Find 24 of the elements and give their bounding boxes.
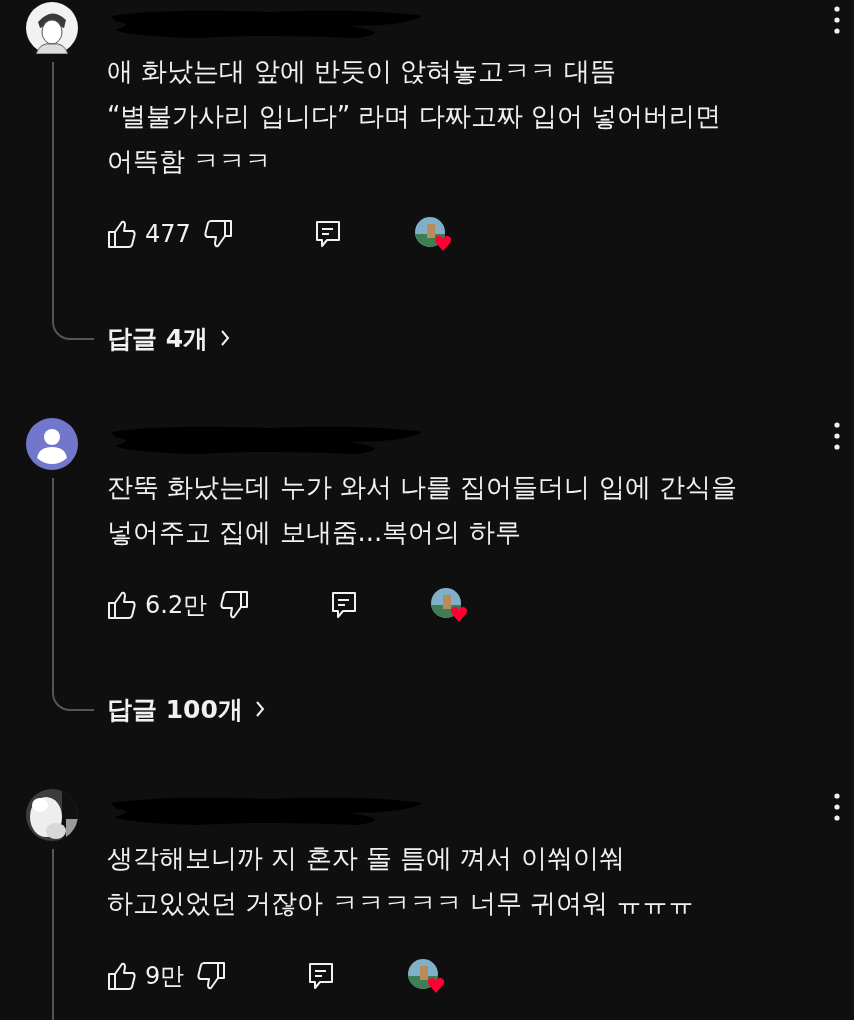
like-count: 477 [145,220,191,248]
reply-icon[interactable] [331,591,358,619]
thumbs-down-icon[interactable] [196,961,227,991]
thumbs-up-icon[interactable] [107,961,137,991]
more-options-icon[interactable] [834,793,840,821]
more-options-icon[interactable] [834,6,840,34]
like-count: 6.2만 [145,590,208,621]
thumbs-down-icon[interactable] [219,590,250,620]
comment-text: 잔뚝 화났는데 누가 와서 나를 집어들더니 입에 간식을 넣어주고 집에 보내줌...복어의 하루 [107,471,738,549]
avatar[interactable] [26,418,78,470]
comment-text: 생각해보니까 지 혼자 돌 틈에 껴서 이쒀이쒀 하고있었던 거잖아 ㅋㅋㅋㅋㅋ 너무 귀여워 ㅠㅠㅠ [107,842,696,920]
chevron-right-icon[interactable] [220,329,231,347]
comment-text: 애 화났는대 앞에 반듯이 앉혀놓고ㅋㅋ 대뜸 “별불가사리 입니다” 라며 다짜고짜 입어 넣어버리면 어뜩함 ㅋㅋㅋ [107,55,723,178]
like-count: 9만 [145,961,185,992]
thumbs-up-icon[interactable] [107,219,137,249]
thumbs-down-icon[interactable] [202,219,233,249]
more-options-icon[interactable] [834,422,840,450]
thumbs-up-icon[interactable] [107,590,137,620]
replies-button[interactable]: 답글 4개 [107,321,209,355]
avatar[interactable] [26,2,78,54]
replies-button[interactable]: 답글 100개 [107,692,243,726]
reply-icon[interactable] [308,962,335,990]
chevron-right-icon[interactable] [254,700,265,718]
reply-icon[interactable] [314,220,341,248]
